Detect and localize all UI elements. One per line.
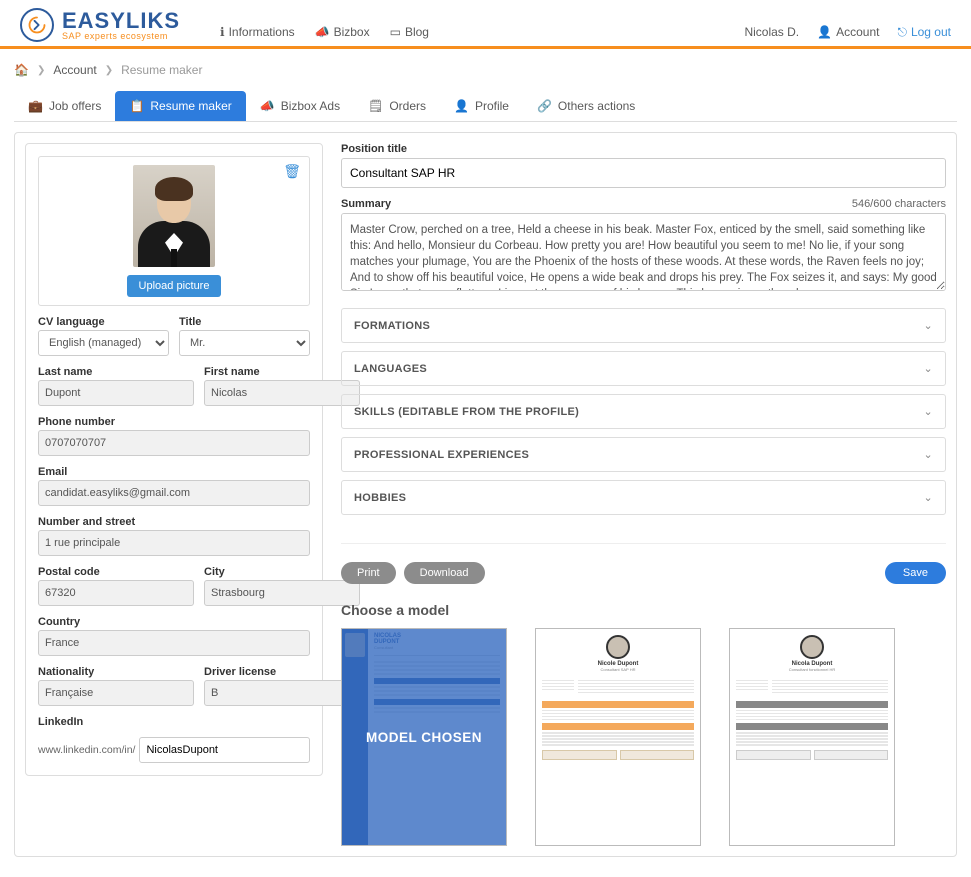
user-icon: 👤 [817,25,832,39]
newspaper-icon: ▭ [390,25,401,39]
city-label: City [204,566,360,578]
first-name-input[interactable] [204,380,360,406]
title-select[interactable]: Mr. [179,330,310,356]
accordion-hobbies[interactable]: HOBBIES⌄ [341,480,946,515]
megaphone-icon: 📣 [260,99,275,113]
country-label: Country [38,616,310,628]
summary-label: Summary [341,198,391,210]
breadcrumb-account[interactable]: Account [53,63,96,77]
brand-tagline: SAP experts ecosystem [62,32,180,41]
linkedin-prefix: www.linkedin.com/in/ [38,744,135,756]
chevron-down-icon: ⌄ [923,448,933,461]
accordion-experiences[interactable]: PROFESSIONAL EXPERIENCES⌄ [341,437,946,472]
nav-blog[interactable]: ▭Blog [390,25,429,39]
summary-textarea[interactable] [341,213,946,291]
position-title-input[interactable] [341,158,946,188]
summary-char-count: 546/600 characters [852,198,946,210]
nationality-input[interactable] [38,680,194,706]
list-icon: 📋 [129,99,144,113]
first-name-label: First name [204,366,360,378]
breadcrumb: 🏠 ❯ Account ❯ Resume maker [14,49,957,91]
position-title-label: Position title [341,143,946,155]
logout-icon: ⎋ [897,25,907,40]
chevron-down-icon: ⌄ [923,405,933,418]
model-template-3[interactable]: Nicola DupontConsultant fonctionnel HR [729,628,895,846]
megaphone-icon: 📣 [315,25,330,39]
tab-profile[interactable]: 👤Profile [440,91,523,121]
tab-bizbox-ads[interactable]: 📣Bizbox Ads [246,91,354,121]
model-chosen-label: MODEL CHOSEN [366,730,482,745]
chevron-right-icon: ❯ [105,65,113,76]
nav-account[interactable]: 👤Account [817,25,879,39]
last-name-label: Last name [38,366,194,378]
logo-icon [20,8,54,42]
street-input[interactable] [38,530,310,556]
logo[interactable]: EASYLIKS SAP experts ecosystem [20,8,180,42]
tab-orders[interactable]: 🗒Orders [354,91,440,121]
nationality-label: Nationality [38,666,194,678]
save-button[interactable]: Save [885,562,946,584]
email-label: Email [38,466,310,478]
tab-job-offers[interactable]: 💼Job offers [14,91,115,121]
tab-others[interactable]: 🔗Others actions [523,91,649,121]
driver-label: Driver license [204,666,360,678]
cv-language-label: CV language [38,316,169,328]
email-input[interactable] [38,480,310,506]
last-name-input[interactable] [38,380,194,406]
tab-resume-maker[interactable]: 📋Resume maker [115,91,245,121]
street-label: Number and street [38,516,310,528]
accordion-languages[interactable]: LANGUAGES⌄ [341,351,946,386]
delete-photo-icon[interactable]: 🗑 [283,163,301,180]
nav-logout[interactable]: ⎋Log out [897,25,951,40]
home-icon[interactable]: 🏠 [14,63,29,77]
download-button[interactable]: Download [404,562,485,584]
upload-picture-button[interactable]: Upload picture [127,275,222,297]
photo-box: 🗑 Upload picture [38,156,310,306]
city-input[interactable] [204,580,360,606]
model-template-2[interactable]: Nicole DupontConsultant SAP HR [535,628,701,846]
clipboard-icon: 🗒 [368,99,383,113]
user-circle-icon: 👤 [454,99,469,113]
breadcrumb-current: Resume maker [121,63,202,77]
accordion-formations[interactable]: FORMATIONS⌄ [341,308,946,343]
briefcase-icon: 💼 [28,99,43,113]
title-label: Title [179,316,310,328]
linkedin-label: LinkedIn [38,716,310,728]
brand-name: EASYLIKS [62,10,180,32]
nav-bizbox[interactable]: 📣Bizbox [315,25,370,39]
profile-photo [133,165,215,267]
share-icon: 🔗 [537,99,552,113]
chevron-down-icon: ⌄ [923,491,933,504]
chevron-down-icon: ⌄ [923,319,933,332]
chevron-down-icon: ⌄ [923,362,933,375]
choose-model-title: Choose a model [341,602,946,618]
current-user: Nicolas D. [744,25,799,39]
postal-label: Postal code [38,566,194,578]
country-input[interactable] [38,630,310,656]
phone-label: Phone number [38,416,310,428]
model-template-1[interactable]: NICOLAS DUPONT Consultant MODEL CHOSEN [341,628,507,846]
cv-language-select[interactable]: English (managed) [38,330,169,356]
chevron-right-icon: ❯ [37,65,45,76]
nav-informations[interactable]: ℹInformations [220,25,295,39]
info-icon: ℹ [220,25,225,39]
driver-input[interactable] [204,680,360,706]
postal-input[interactable] [38,580,194,606]
accordion-skills[interactable]: SKILLS (EDITABLE FROM THE PROFILE)⌄ [341,394,946,429]
phone-input[interactable] [38,430,310,456]
linkedin-input[interactable] [139,737,310,763]
print-button[interactable]: Print [341,562,396,584]
